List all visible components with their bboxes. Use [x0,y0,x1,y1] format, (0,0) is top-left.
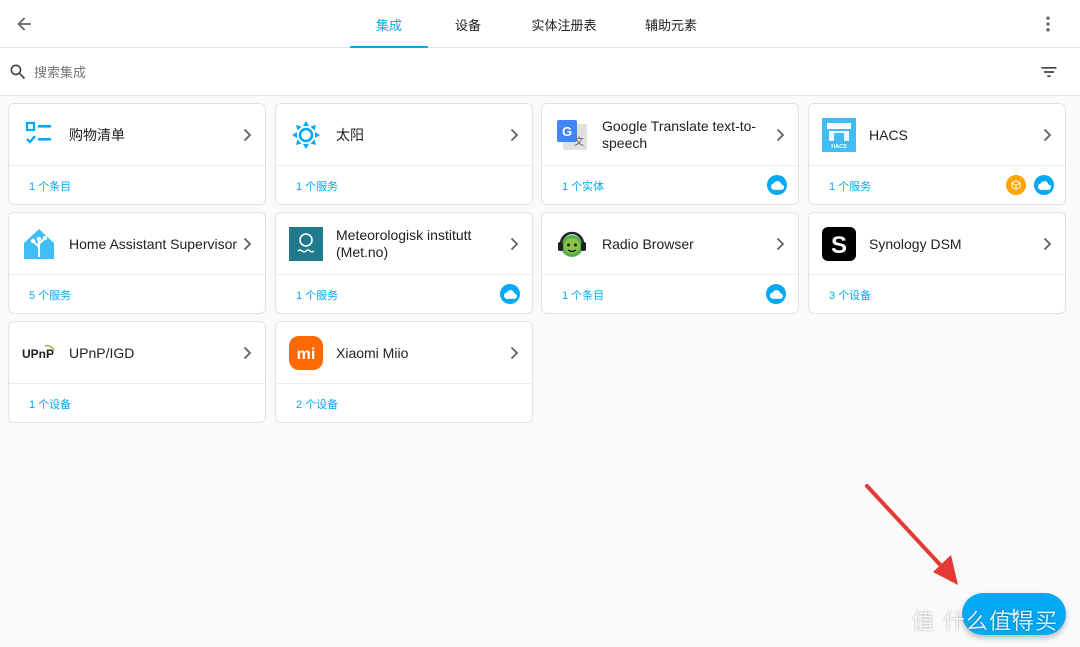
card-link[interactable]: 1 个设备 [29,396,71,412]
upnp-icon: UPnP [21,335,57,371]
top-app-bar: 集成 设备 实体注册表 辅助元素 [0,0,1080,48]
google-translate-icon: G 文 [554,117,590,153]
card-link[interactable]: 1 个服务 [296,178,338,194]
card-link[interactable]: 2 个设备 [296,396,338,412]
card-title: 购物清单 [69,126,125,143]
overflow-menu-button[interactable] [1036,12,1060,36]
card-title: Synology DSM [869,235,962,252]
cloud-badge [767,175,787,195]
integration-card-google-translate[interactable]: G 文 Google Translate text-to-speech 1 个实… [541,103,799,205]
card-title: Google Translate text-to-speech [602,118,757,151]
tab-integrations[interactable]: 集成 [350,0,428,48]
card-title: Xiaomi Miio [336,344,409,361]
integration-card-upnp-igd[interactable]: UPnP UPnP/IGD 1 个设备 [8,321,266,423]
svg-text:文: 文 [574,135,584,148]
add-integration-button[interactable] [962,593,1066,635]
chevron-right-icon [1039,126,1055,144]
cloud-badge [1034,175,1054,195]
integration-card-ha-supervisor[interactable]: Home Assistant Supervisor 5 个服务 [8,212,266,314]
filter-button[interactable] [1038,61,1060,83]
xiaomi-icon: mi [288,335,324,371]
svg-text:mi: mi [297,346,316,363]
card-title: 太阳 [336,126,364,143]
back-button[interactable] [12,12,36,36]
card-title: Home Assistant Supervisor [69,235,238,252]
cloud-icon [503,289,517,299]
chevron-right-icon [506,344,522,362]
radio-browser-icon [554,226,590,262]
card-link[interactable]: 1 个条目 [29,178,71,194]
card-link[interactable]: 1 个实体 [562,178,604,194]
tab-bar: 集成 设备 实体注册表 辅助元素 [350,0,722,48]
cloud-badge [766,284,786,304]
integration-card-synology-dsm[interactable]: S Synology DSM 3 个设备 [808,212,1066,314]
svg-text:HACS: HACS [831,144,847,150]
card-title: Meteorologisk institutt (Met.no) [336,227,472,260]
card-title: UPnP/IGD [69,344,135,361]
home-assistant-icon [21,226,57,262]
hacs-icon: HACS [821,117,857,153]
chevron-right-icon [239,235,255,253]
custom-integration-badge [1006,175,1026,195]
chevron-right-icon [506,235,522,253]
chevron-right-icon [1039,235,1055,253]
integration-card-shopping-list[interactable]: 购物清单 1 个条目 [8,103,266,205]
plus-icon [1008,608,1020,620]
integration-card-met-no[interactable]: Meteorologisk institutt (Met.no) 1 个服务 [275,212,533,314]
card-link[interactable]: 1 个服务 [296,287,338,303]
search-bar [0,48,1080,96]
filter-icon [1041,67,1057,77]
card-title: Radio Browser [602,235,694,252]
integration-card-hacs[interactable]: HACS HACS 1 个服务 [808,103,1066,205]
tab-entities[interactable]: 实体注册表 [508,0,620,48]
svg-text:G: G [562,124,572,139]
chevron-right-icon [239,344,255,362]
cloud-icon [1037,180,1051,190]
more-vertical-icon [1046,16,1050,32]
arrow-left-icon [17,17,31,31]
chevron-right-icon [772,126,788,144]
cloud-icon [770,180,784,190]
integration-card-xiaomi-miio[interactable]: mi Xiaomi Miio 2 个设备 [275,321,533,423]
card-link[interactable]: 5 个服务 [29,287,71,303]
card-link[interactable]: 1 个服务 [829,178,871,194]
tab-helpers[interactable]: 辅助元素 [620,0,722,48]
search-icon [10,64,26,80]
card-link[interactable]: 1 个条目 [562,287,604,303]
met-no-icon [288,226,324,262]
card-link[interactable]: 3 个设备 [829,287,871,303]
cloud-icon [769,289,783,299]
integration-card-sun[interactable]: 太阳 1 个服务 [275,103,533,205]
tab-devices[interactable]: 设备 [428,0,508,48]
shopping-list-icon [21,117,57,153]
card-title: HACS [869,126,908,143]
chevron-right-icon [772,235,788,253]
synology-icon: S [821,226,857,262]
chevron-right-icon [239,126,255,144]
svg-text:S: S [831,232,847,259]
cloud-badge [500,284,520,304]
package-icon [1011,180,1021,190]
sun-icon [288,117,324,153]
svg-text:UPnP: UPnP [22,347,54,361]
chevron-right-icon [506,126,522,144]
search-input[interactable] [34,60,934,84]
integration-card-radio-browser[interactable]: Radio Browser 1 个条目 [541,212,799,314]
